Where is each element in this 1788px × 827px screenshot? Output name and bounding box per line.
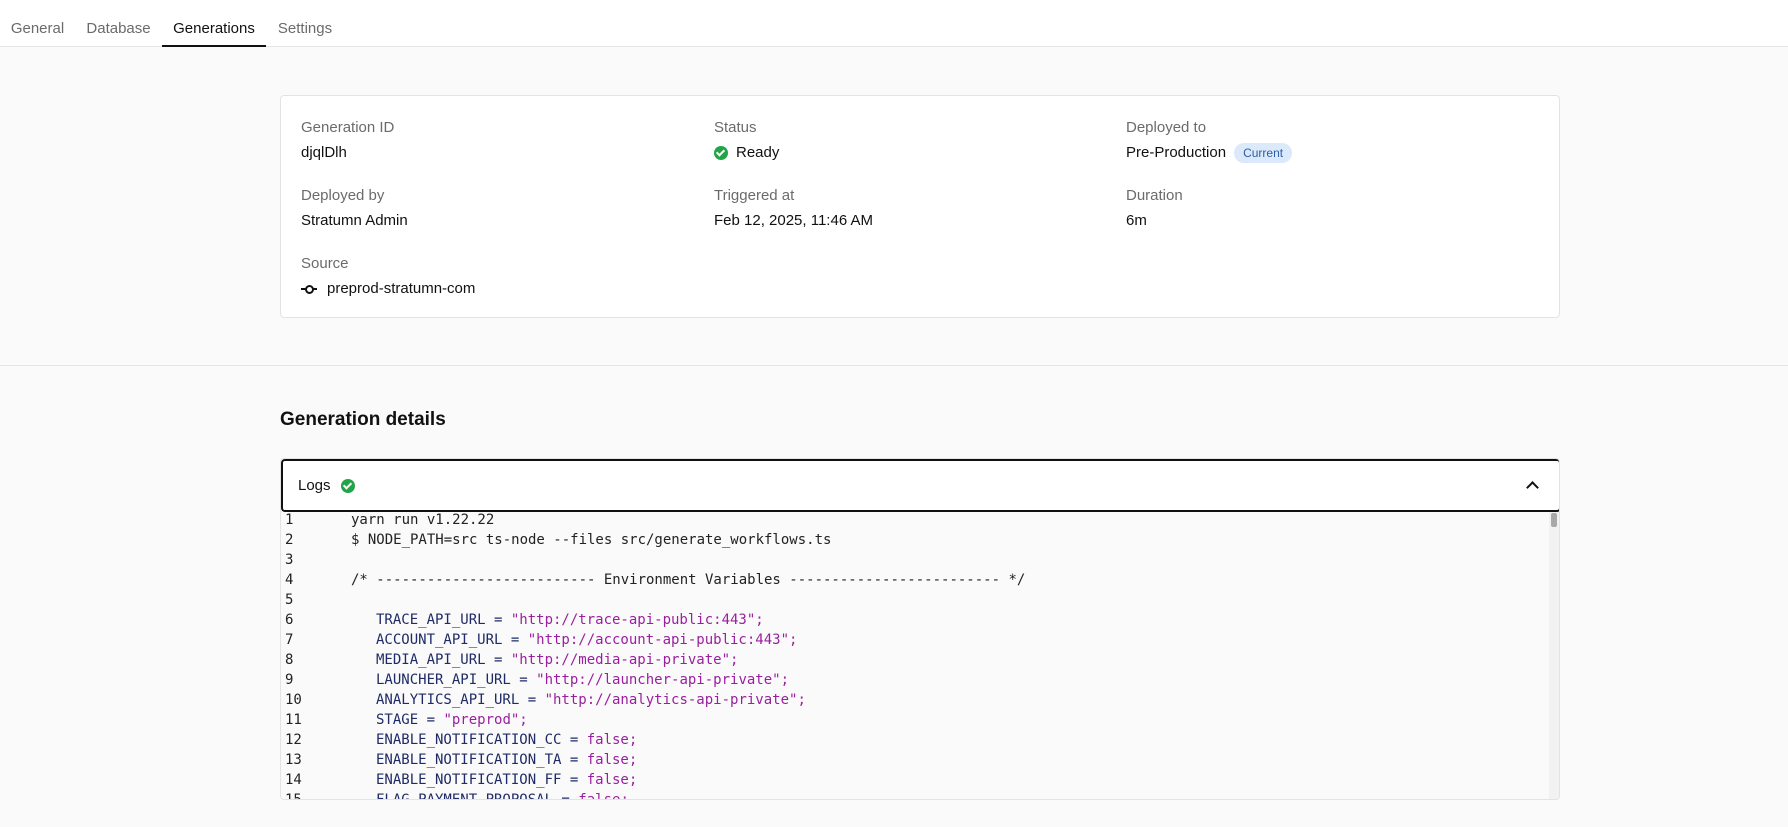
deployed-to-field: Deployed to Pre-Production Current — [1126, 118, 1506, 164]
deployed-by-label: Deployed by — [301, 187, 385, 204]
duration-value: 6m — [1126, 210, 1506, 232]
generation-summary-card: Generation ID djqlDlh Status Ready Deplo… — [280, 95, 1560, 318]
log-variable-value: "http://analytics-api-private"; — [544, 692, 806, 708]
triggered-at-text: Feb 12, 2025, 11:46 AM — [714, 212, 874, 229]
deployed-by-field: Deployed by Stratumn Admin — [301, 186, 681, 232]
log-line-number: 8 — [285, 652, 294, 668]
log-variable-name: FLAG_PAYMENT_PROPOSAL = — [376, 792, 579, 800]
log-line-number: 4 — [285, 572, 294, 588]
log-line-number: 10 — [285, 692, 302, 708]
log-variable-name: ENABLE_NOTIFICATION_CC = — [376, 732, 587, 748]
deployed-to-label: Deployed to — [1126, 119, 1207, 136]
log-line-assignment: ENABLE_NOTIFICATION_CC = false; — [376, 730, 637, 750]
log-variable-name: ENABLE_NOTIFICATION_TA = — [376, 752, 587, 768]
status-value: Ready — [714, 142, 1094, 164]
summary-section: Generation ID djqlDlh Status Ready Deplo… — [0, 47, 1788, 366]
log-scrollbar[interactable] — [1549, 512, 1559, 799]
git-commit-icon — [301, 284, 317, 294]
generation-id-field: Generation ID djqlDlh — [301, 118, 681, 164]
log-line-text: /* -------------------------- Environmen… — [351, 572, 1026, 588]
log-variable-value: "http://launcher-api-private"; — [536, 672, 790, 688]
log-variable-name: ENABLE_NOTIFICATION_FF = — [376, 772, 587, 788]
deployed-by-value: Stratumn Admin — [301, 210, 681, 232]
log-line-number: 6 — [285, 612, 294, 628]
logs-accordion-header[interactable]: Logs — [281, 459, 1559, 512]
log-line-number: 1 — [285, 512, 294, 528]
log-variable-name: TRACE_API_URL = — [376, 612, 511, 628]
log-variable-value: false; — [586, 772, 638, 788]
tab-settings[interactable]: Settings — [266, 0, 344, 47]
log-output: 1 yarn run v1.22.22 2 $ NODE_PATH=src ts-no… — [281, 512, 1559, 800]
status-field: Status Ready — [714, 118, 1094, 164]
chevron-up-icon[interactable] — [1526, 481, 1539, 494]
logs-panel: Logs 1 yarn run v1.22.22 2 $ NODE_PATH=src … — [280, 458, 1560, 800]
log-line-assignment: TRACE_API_URL = "http://trace-api-public… — [376, 610, 764, 630]
log-line-assignment: STAGE = "preprod"; — [376, 710, 528, 730]
source-field: Source preprod-stratumn-com — [301, 254, 681, 300]
source-label: Source — [301, 255, 349, 272]
log-line-number: 9 — [285, 672, 294, 688]
log-line-number: 15 — [285, 792, 302, 800]
log-variable-value: "http://trace-api-public:443"; — [510, 612, 764, 628]
logs-label: Logs — [298, 477, 331, 494]
generation-id-value: djqlDlh — [301, 142, 681, 164]
log-variable-value: "preprod"; — [443, 712, 528, 728]
log-variable-name: LAUNCHER_API_URL = — [376, 672, 537, 688]
duration-text: 6m — [1126, 212, 1147, 229]
log-line-number: 2 — [285, 532, 294, 548]
log-variable-value: "http://media-api-private"; — [510, 652, 739, 668]
triggered-at-field: Triggered at Feb 12, 2025, 11:46 AM — [714, 186, 1094, 232]
log-line-number: 13 — [285, 752, 302, 768]
log-line-assignment: MEDIA_API_URL = "http://media-api-privat… — [376, 650, 738, 670]
current-badge: Current — [1234, 143, 1293, 163]
generation-id-text: djqlDlh — [301, 144, 347, 161]
source-text[interactable]: preprod-stratumn-com — [327, 278, 475, 300]
log-line-number: 14 — [285, 772, 302, 788]
triggered-at-label: Triggered at — [714, 187, 795, 204]
log-variable-value: false; — [586, 732, 638, 748]
log-line-assignment: LAUNCHER_API_URL = "http://launcher-api-… — [376, 670, 789, 690]
check-circle-icon — [341, 479, 355, 493]
deployed-to-text: Pre-Production — [1126, 144, 1227, 161]
log-line-text: yarn run v1.22.22 — [351, 512, 495, 528]
log-line-assignment: ENABLE_NOTIFICATION_FF = false; — [376, 770, 637, 790]
log-variable-value: false; — [586, 752, 638, 768]
log-line-number: 12 — [285, 732, 302, 748]
check-circle-icon — [714, 146, 728, 160]
log-line-number: 3 — [285, 552, 294, 568]
deployed-to-value: Pre-Production Current — [1126, 142, 1506, 164]
status-text: Ready — [736, 144, 780, 161]
log-variable-value: false; — [578, 792, 629, 800]
tab-general[interactable]: General — [0, 0, 75, 47]
status-label: Status — [714, 119, 757, 136]
log-variable-name: STAGE = — [376, 712, 444, 728]
log-line-number: 5 — [285, 592, 294, 608]
log-line-text: $ NODE_PATH=src ts-node --files src/gene… — [351, 532, 832, 548]
log-variable-name: ACCOUNT_API_URL = — [376, 632, 528, 648]
log-variable-name: MEDIA_API_URL = — [376, 652, 511, 668]
generation-details-title: Generation details — [280, 409, 446, 430]
triggered-at-value: Feb 12, 2025, 11:46 AM — [714, 210, 1094, 232]
tab-generations[interactable]: Generations — [162, 0, 266, 47]
deployed-by-text: Stratumn Admin — [301, 212, 408, 229]
log-line-assignment: ENABLE_NOTIFICATION_TA = false; — [376, 750, 637, 770]
log-line-assignment: FLAG_PAYMENT_PROPOSAL = false; — [376, 790, 629, 800]
source-value[interactable]: preprod-stratumn-com — [301, 278, 681, 300]
generation-id-label: Generation ID — [301, 119, 395, 136]
tab-database[interactable]: Database — [75, 0, 162, 47]
log-scrollbar-thumb[interactable] — [1551, 513, 1557, 527]
log-variable-name: ANALYTICS_API_URL = — [376, 692, 545, 708]
tab-bar: General Database Generations Settings — [0, 0, 1788, 47]
log-line-assignment: ACCOUNT_API_URL = "http://account-api-pu… — [376, 630, 797, 650]
log-line-number: 7 — [285, 632, 294, 648]
log-line-assignment: ANALYTICS_API_URL = "http://analytics-ap… — [376, 690, 806, 710]
duration-label: Duration — [1126, 187, 1183, 204]
duration-field: Duration 6m — [1126, 186, 1506, 232]
log-variable-value: "http://account-api-public:443"; — [527, 632, 798, 648]
log-line-number: 11 — [285, 712, 302, 728]
